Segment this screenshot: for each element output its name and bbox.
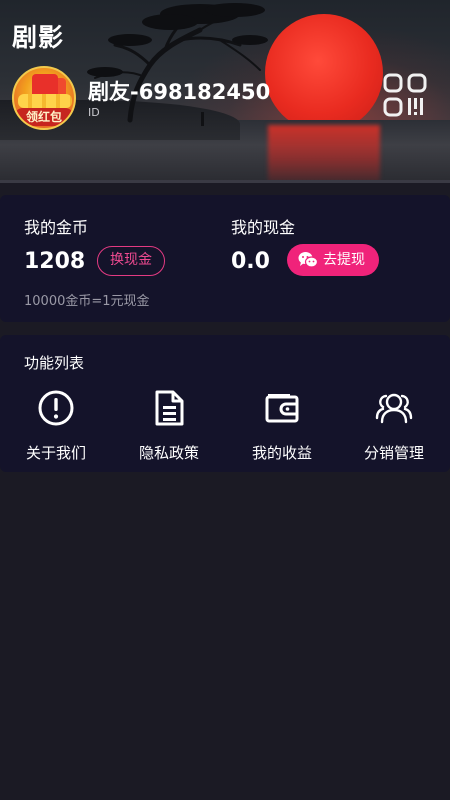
cash-label: 我的现金	[231, 218, 296, 237]
func-item-distribution[interactable]: 分销管理	[344, 384, 444, 464]
func-item-privacy-policy[interactable]: 隐私政策	[119, 384, 219, 464]
wallet-icon	[265, 394, 299, 423]
func-item-label: 我的收益	[251, 444, 312, 462]
withdraw-button-label: 去提现	[323, 252, 365, 268]
exchange-cash-button[interactable]: 换现金	[97, 246, 165, 276]
func-item-my-earnings[interactable]: 我的收益	[232, 384, 332, 464]
avatar-badge: 领红包	[14, 108, 74, 126]
app-title: 剧影	[12, 23, 65, 52]
coins-label: 我的金币	[24, 218, 89, 237]
user-nickname: 剧友-698182450	[88, 80, 271, 104]
cash-value: 0.0	[231, 249, 270, 274]
func-item-label: 隐私政策	[138, 444, 199, 462]
users-icon	[375, 393, 413, 424]
func-item-label: 关于我们	[25, 444, 86, 462]
qr-code-icon[interactable]	[382, 72, 428, 118]
withdraw-button[interactable]: 去提现	[287, 244, 379, 276]
avatar[interactable]: 领红包	[12, 66, 76, 130]
coins-value: 1208	[24, 249, 86, 274]
wechat-icon	[298, 252, 318, 268]
exchange-rate-note: 10000金币=1元现金	[24, 294, 150, 309]
banner-sun	[265, 14, 383, 132]
document-icon	[155, 390, 184, 426]
gold-coins-icon	[18, 94, 72, 108]
info-icon	[38, 390, 74, 426]
functions-title: 功能列表	[24, 354, 85, 372]
func-item-label: 分销管理	[363, 444, 424, 462]
banner-tree-silhouette	[87, 3, 268, 126]
user-id: ID	[88, 106, 100, 119]
func-item-about-us[interactable]: 关于我们	[6, 384, 106, 464]
banner-sun-reflection	[268, 125, 380, 183]
banner-divider	[0, 180, 450, 183]
